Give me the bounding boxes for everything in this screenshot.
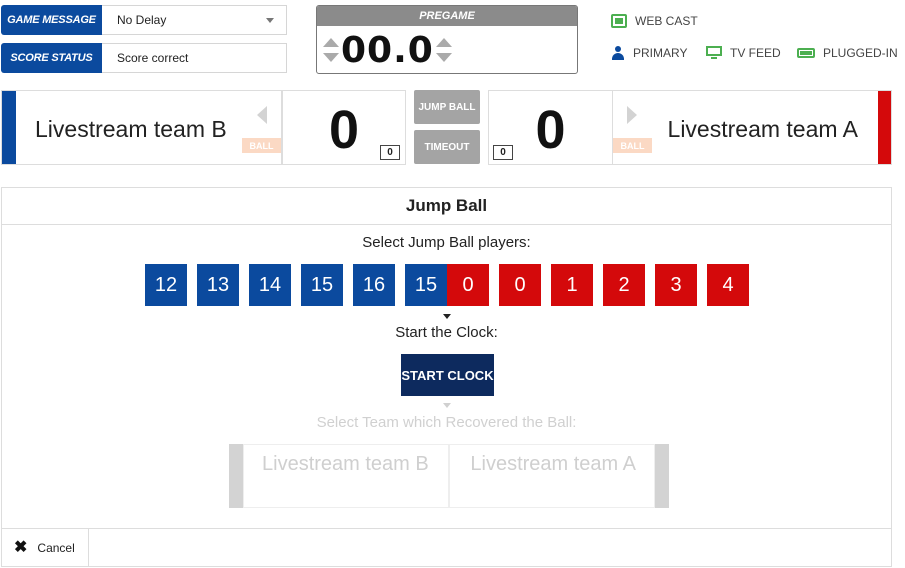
clock-time[interactable]: 00.0 [341,30,434,71]
team-a-player-button[interactable]: 0 [499,264,541,306]
team-b-fouls: 0 [380,145,400,160]
step-arrow-icon [443,314,451,319]
primary-status: PRIMARY [611,46,687,60]
team-a-color-bar [878,91,891,164]
team-a-player-button[interactable]: 1 [551,264,593,306]
clock-increment-icon[interactable] [435,38,452,47]
team-a-panel[interactable]: BALL Livestream team A [612,90,892,165]
score-status-field[interactable]: Score correct [102,43,287,73]
webcast-status: WEB CAST [611,14,698,28]
game-message-select[interactable]: No Delay [102,5,287,35]
game-message-control: GAME MESSAGE No Delay [1,5,287,35]
clock-decrement-icon[interactable] [435,53,452,62]
timeout-button[interactable]: TIMEOUT [414,130,480,164]
step-arrow-icon [443,403,451,408]
team-a-ball-tag[interactable]: BALL [613,138,652,153]
team-b-panel[interactable]: Livestream team B BALL [1,90,282,165]
team-b-name: Livestream team B [35,116,227,142]
possession-arrow-right-icon[interactable] [627,106,637,124]
team-a-fouls: 0 [493,145,513,160]
primary-label: PRIMARY [633,46,688,60]
recover-team-a[interactable]: Livestream team A [449,444,669,508]
cancel-button[interactable]: ✖ Cancel [2,529,89,567]
team-b-score-box[interactable]: 0 0 [282,90,406,165]
player-buttons: 12 13 14 15 16 15 0 0 1 2 3 4 [145,264,759,306]
team-b-ball-tag[interactable]: BALL [242,138,281,153]
panel-title: Jump Ball [2,188,891,225]
tv-icon [706,46,722,60]
tv-feed-status: TV FEED [706,46,781,60]
team-a-player-button[interactable]: 2 [603,264,645,306]
start-clock-prompt: Start the Clock: [395,324,498,341]
jump-ball-panel: Jump Ball Select Jump Ball players: 12 1… [1,187,892,567]
recover-team-b[interactable]: Livestream team B [229,444,449,508]
score-status-value: Score correct [117,51,189,65]
recover-team-a-label: Livestream team A [449,444,655,508]
game-clock: PREGAME 00.0 [316,5,578,74]
clock-decrement-icon[interactable] [323,53,339,62]
cancel-label: Cancel [37,541,75,555]
start-clock-button[interactable]: START CLOCK [401,354,494,396]
team-b-player-button[interactable]: 15 [405,264,447,306]
score-status-control: SCORE STATUS Score correct [1,43,287,73]
team-a-name: Livestream team A [667,116,858,142]
clock-increment-icon[interactable] [323,38,339,47]
plugged-in-label: PLUGGED-IN [823,46,898,60]
team-b-player-button[interactable]: 14 [249,264,291,306]
close-icon: ✖ [14,539,28,556]
recover-prompt: Select Team which Recovered the Ball: [316,414,577,431]
team-a-player-button[interactable]: 0 [447,264,489,306]
team-a-player-button[interactable]: 4 [707,264,749,306]
team-a-score-box[interactable]: 0 0 [488,90,613,165]
team-b-player-button[interactable]: 16 [353,264,395,306]
battery-icon [797,48,815,58]
team-b-player-button[interactable]: 15 [301,264,343,306]
team-b-player-button[interactable]: 12 [145,264,187,306]
team-b-color-bar [2,91,16,164]
tv-feed-label: TV FEED [730,46,781,60]
panel-footer: ✖ Cancel [2,528,891,567]
recover-team-b-label: Livestream team B [243,444,449,508]
webcast-label: WEB CAST [635,14,698,28]
possession-arrow-left-icon[interactable] [257,106,267,124]
period-label: PREGAME [317,6,577,26]
team-a-player-button[interactable]: 3 [655,264,697,306]
score-status-label: SCORE STATUS [1,43,102,73]
game-message-label: GAME MESSAGE [1,5,102,35]
jump-ball-button[interactable]: JUMP BALL [414,90,480,124]
team-b-player-button[interactable]: 13 [197,264,239,306]
webcast-icon [611,14,627,28]
recover-team-a-bar [655,444,669,508]
plugged-in-status: PLUGGED-IN [797,46,898,60]
user-icon [611,46,625,60]
select-players-prompt: Select Jump Ball players: [362,234,531,251]
recover-team-b-bar [229,444,243,508]
game-message-value: No Delay [117,13,167,27]
chevron-down-icon [266,18,274,23]
